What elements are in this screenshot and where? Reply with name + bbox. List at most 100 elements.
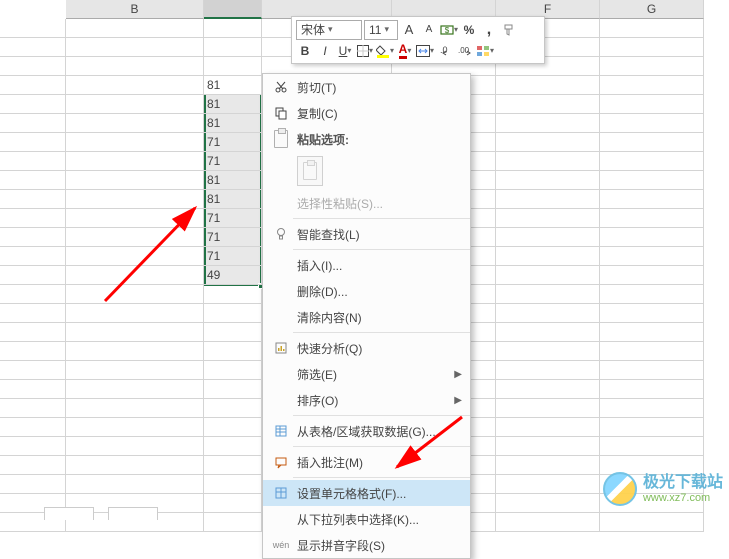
cell[interactable] [496, 247, 600, 266]
cell[interactable] [600, 57, 704, 76]
cell[interactable] [0, 57, 66, 76]
font-name-select[interactable]: 宋体▾ [296, 20, 362, 40]
cell[interactable] [66, 342, 204, 361]
sheet-tabs[interactable] [44, 507, 158, 520]
cell[interactable] [496, 266, 600, 285]
cell[interactable] [600, 190, 704, 209]
cell[interactable] [600, 228, 704, 247]
cell[interactable] [600, 171, 704, 190]
cell[interactable] [204, 399, 262, 418]
cell[interactable] [600, 114, 704, 133]
cell[interactable] [0, 475, 66, 494]
increase-font-button[interactable]: A [400, 20, 418, 40]
cell[interactable] [496, 475, 600, 494]
cell[interactable] [0, 285, 66, 304]
data-cell[interactable]: 71 [204, 209, 262, 228]
data-cell[interactable]: 49 [204, 266, 262, 285]
decrease-font-button[interactable]: A [420, 20, 438, 40]
menu-smart-lookup[interactable]: 智能查找(L) [263, 221, 470, 247]
menu-sort[interactable]: 排序(O) ▶ [263, 387, 470, 413]
fill-color-button[interactable]: ▾ [376, 41, 394, 61]
cell[interactable] [600, 38, 704, 57]
cell[interactable] [66, 38, 204, 57]
cell[interactable] [66, 380, 204, 399]
cell[interactable] [66, 285, 204, 304]
cell[interactable] [496, 190, 600, 209]
cell[interactable] [204, 285, 262, 304]
cell[interactable] [204, 361, 262, 380]
cell[interactable] [496, 285, 600, 304]
cell[interactable] [66, 171, 204, 190]
cell[interactable] [600, 266, 704, 285]
menu-insert-comment[interactable]: 插入批注(M) [263, 449, 470, 475]
data-cell[interactable]: 81 [204, 190, 262, 209]
cell[interactable] [66, 76, 204, 95]
cell[interactable] [0, 380, 66, 399]
cell[interactable] [496, 342, 600, 361]
cell[interactable] [496, 304, 600, 323]
cell[interactable] [0, 361, 66, 380]
cell[interactable] [204, 456, 262, 475]
percent-format-button[interactable]: % [460, 20, 478, 40]
cell[interactable] [0, 114, 66, 133]
menu-clear[interactable]: 清除内容(N) [263, 304, 470, 330]
cell[interactable] [0, 38, 66, 57]
menu-quick-analysis[interactable]: 快速分析(Q) [263, 335, 470, 361]
cell[interactable] [600, 361, 704, 380]
cell[interactable] [204, 57, 262, 76]
cell[interactable] [600, 437, 704, 456]
accounting-format-button[interactable]: $▾ [440, 20, 458, 40]
cell[interactable] [204, 342, 262, 361]
cell[interactable] [0, 133, 66, 152]
cell[interactable] [0, 266, 66, 285]
cell[interactable] [496, 209, 600, 228]
font-size-select[interactable]: 11▾ [364, 20, 398, 40]
cell[interactable] [600, 209, 704, 228]
cell[interactable] [600, 380, 704, 399]
cell[interactable] [600, 133, 704, 152]
cell[interactable] [600, 323, 704, 342]
cell[interactable] [66, 57, 204, 76]
cell[interactable] [600, 247, 704, 266]
cell[interactable] [0, 76, 66, 95]
borders-button[interactable]: ▾ [356, 41, 374, 61]
data-cell[interactable]: 81 [204, 114, 262, 133]
menu-show-pinyin[interactable]: wén 显示拼音字段(S) [263, 532, 470, 558]
cell[interactable] [0, 228, 66, 247]
cell[interactable] [0, 247, 66, 266]
menu-pick-from-list[interactable]: 从下拉列表中选择(K)... [263, 506, 470, 532]
cell[interactable] [204, 19, 262, 38]
cell[interactable] [66, 152, 204, 171]
merge-center-button[interactable]: ▾ [416, 41, 434, 61]
cell[interactable] [0, 19, 66, 38]
underline-button[interactable]: U▾ [336, 41, 354, 61]
cell[interactable] [0, 418, 66, 437]
cell[interactable] [66, 114, 204, 133]
sheet-tab[interactable] [108, 507, 158, 520]
cell[interactable] [66, 228, 204, 247]
cell[interactable] [0, 152, 66, 171]
cell[interactable] [66, 247, 204, 266]
cell[interactable] [204, 323, 262, 342]
data-cell[interactable]: 71 [204, 228, 262, 247]
cell[interactable] [496, 361, 600, 380]
cell[interactable] [0, 171, 66, 190]
column-header[interactable]: B [66, 0, 204, 19]
menu-copy[interactable]: 复制(C) [263, 100, 470, 126]
cell[interactable] [600, 513, 704, 532]
cell[interactable] [496, 399, 600, 418]
data-cell[interactable]: 81 [204, 76, 262, 95]
cell[interactable] [496, 114, 600, 133]
cell[interactable] [496, 323, 600, 342]
cell[interactable] [0, 190, 66, 209]
sheet-tab[interactable] [44, 507, 94, 520]
cell[interactable] [204, 418, 262, 437]
cell[interactable] [66, 361, 204, 380]
cell[interactable] [600, 76, 704, 95]
paste-option-button[interactable] [297, 156, 323, 186]
data-cell[interactable]: 71 [204, 152, 262, 171]
cell[interactable] [0, 437, 66, 456]
cell[interactable] [66, 437, 204, 456]
menu-filter[interactable]: 筛选(E) ▶ [263, 361, 470, 387]
cell[interactable] [66, 190, 204, 209]
